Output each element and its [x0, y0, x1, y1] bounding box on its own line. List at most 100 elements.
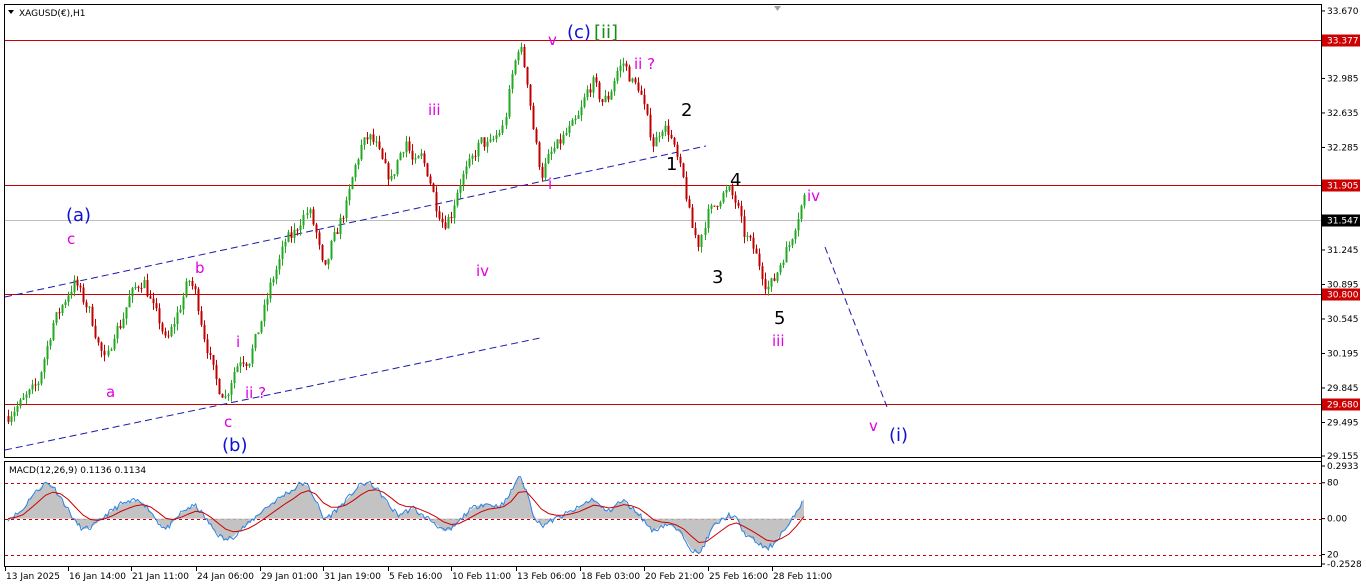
candle-body — [227, 394, 230, 397]
candle-body — [764, 279, 767, 290]
price-tick-label: 30.195 — [1327, 349, 1359, 359]
candle-body — [797, 219, 800, 231]
wave-label: 5 — [774, 308, 785, 329]
candle-body — [224, 396, 227, 398]
candle-body — [713, 205, 716, 207]
candle-body — [354, 164, 357, 178]
candle-body — [583, 97, 586, 107]
candle-body — [152, 298, 155, 304]
price-tick-label: 33.670 — [1327, 7, 1359, 17]
candle-body — [76, 279, 79, 286]
candle-body — [511, 73, 514, 89]
symbol-dropdown-icon[interactable] — [8, 10, 14, 14]
candle-body — [306, 213, 309, 215]
candle-body — [43, 359, 46, 373]
candle-body — [411, 150, 414, 160]
candle-body — [342, 217, 345, 219]
candle-body — [607, 95, 610, 100]
candle-body — [122, 318, 125, 328]
candle-body — [691, 207, 694, 228]
candle-body — [492, 138, 495, 140]
candle-body — [707, 208, 710, 229]
wave-label: (c) — [567, 22, 591, 43]
price-tick-label: 31.245 — [1327, 246, 1359, 256]
candle-body — [128, 296, 131, 308]
price-tick-label: 29.155 — [1327, 452, 1359, 462]
candle-body — [514, 60, 517, 74]
candle-body — [396, 160, 399, 175]
candle-body — [70, 291, 73, 296]
level-price-label: 31.905 — [1327, 182, 1359, 192]
macd-tick-label: 0.2933 — [1327, 462, 1359, 472]
candle-body — [749, 235, 752, 238]
candle-body — [28, 389, 31, 395]
candle-body — [761, 266, 764, 280]
candle-body — [604, 95, 607, 102]
candle-body — [251, 348, 254, 364]
candle-body — [550, 151, 553, 155]
candle-body — [324, 260, 327, 265]
wave-label: c — [67, 230, 75, 248]
candle-body — [146, 280, 149, 297]
candle-body — [345, 200, 348, 219]
candle-body — [420, 153, 423, 157]
candle-body — [88, 306, 91, 308]
wave-label: b — [195, 259, 205, 277]
candle-body — [517, 51, 520, 61]
candle-body — [444, 222, 447, 229]
candle-body — [97, 337, 100, 343]
main-panel-frame — [4, 4, 1322, 458]
wave-label: ii ? — [634, 55, 655, 73]
wave-label: 4 — [730, 170, 741, 191]
candle-body — [438, 211, 441, 219]
price-chart[interactable]: XAGUSD(€),H1 MACD(12,26,9) 0.1136 0.1134… — [0, 0, 1366, 588]
time-tick-label: 24 Jan 06:00 — [197, 572, 254, 582]
candle-body — [465, 166, 468, 175]
candle-body — [673, 138, 676, 145]
candle-body — [640, 90, 643, 95]
candle-body — [34, 384, 37, 386]
candle-body — [535, 129, 538, 143]
level-price-label: 29.680 — [1327, 401, 1359, 411]
time-tick-label: 13 Feb 06:00 — [517, 572, 576, 582]
time-tick-label: 31 Jan 19:00 — [324, 572, 381, 582]
wave-label: 1 — [666, 154, 677, 175]
candle-body — [22, 397, 25, 400]
candle-body — [176, 312, 179, 324]
candle-body — [107, 350, 110, 356]
candle-body — [182, 296, 185, 310]
candle-body — [556, 139, 559, 149]
candle-body — [586, 89, 589, 98]
candle-body — [495, 135, 498, 139]
candle-body — [296, 229, 299, 231]
wave-label: (a) — [66, 205, 91, 226]
macd-tick-label: -0.2528 — [1327, 560, 1362, 570]
chart-shift-icon[interactable] — [774, 6, 781, 11]
candle-body — [459, 184, 462, 193]
candle-body — [697, 235, 700, 247]
candle-body — [143, 280, 146, 288]
candle-body — [782, 262, 785, 266]
candle-body — [315, 224, 318, 233]
level-price-label: 30.800 — [1327, 291, 1359, 301]
candle-body — [321, 244, 324, 261]
candle-body — [140, 287, 143, 289]
candle-body — [722, 192, 725, 203]
candle-body — [125, 307, 128, 319]
candle-body — [197, 289, 200, 312]
current-price-label: 31.547 — [1327, 217, 1359, 227]
candle-body — [52, 322, 55, 340]
wave-label: iv — [476, 262, 489, 280]
candle-body — [435, 192, 438, 212]
candle-body — [785, 247, 788, 263]
candle-body — [16, 406, 19, 412]
candle-body — [351, 177, 354, 190]
candle-body — [477, 142, 480, 157]
candle-body — [480, 137, 483, 143]
candle-body — [188, 281, 191, 283]
candle-body — [170, 327, 173, 337]
candle-body — [336, 232, 339, 235]
candle-body — [523, 46, 526, 68]
candle-body — [245, 363, 248, 366]
candle-body — [474, 155, 477, 157]
